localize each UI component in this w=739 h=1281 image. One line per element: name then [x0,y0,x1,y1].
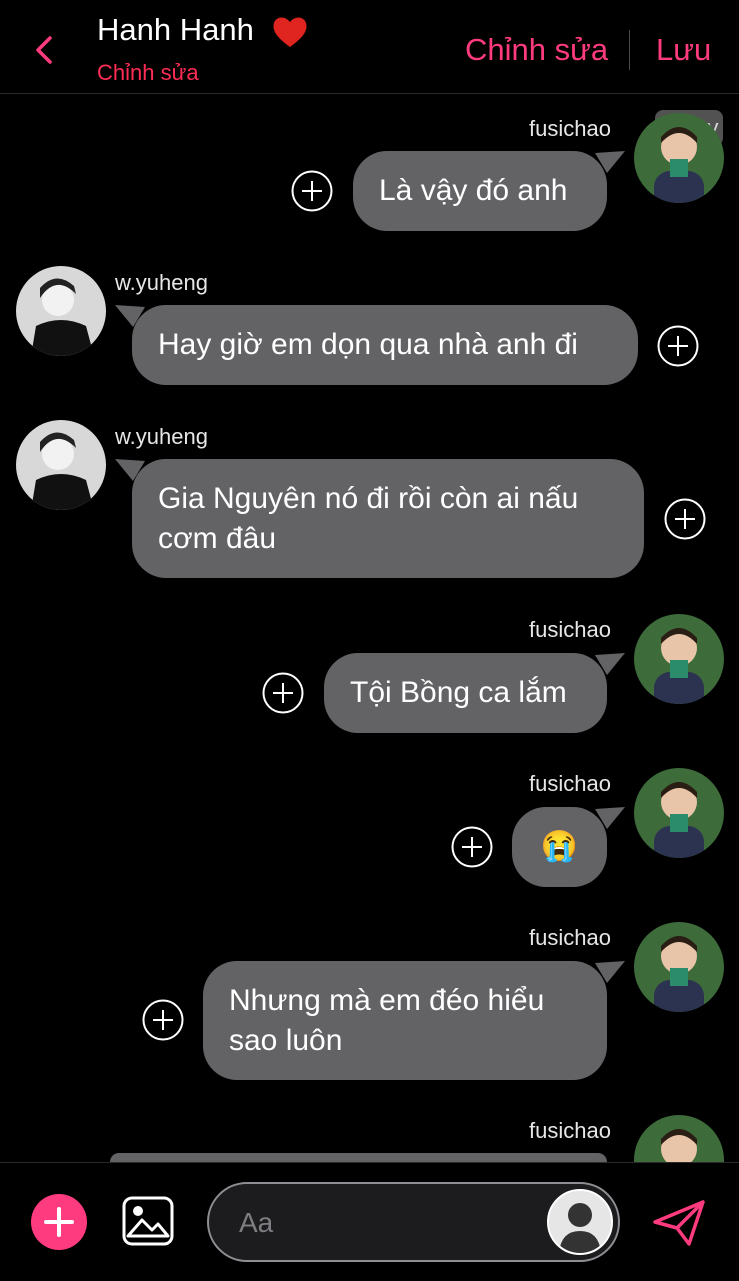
edit-button[interactable]: Chỉnh sửa [465,32,608,68]
avatar[interactable] [634,1115,724,1162]
avatar[interactable] [16,266,106,356]
avatar-photo-icon [634,922,724,1012]
avatar-photo-icon [16,266,106,356]
plus-icon [44,1207,74,1237]
add-reaction-icon[interactable] [451,826,493,868]
bubble-tail [595,653,625,675]
add-reaction-icon[interactable] [142,999,184,1041]
back-chevron-icon[interactable] [30,30,60,70]
sender-name: fusichao [529,1118,611,1143]
message-text: Hay giờ em dọn qua nhà anh đi [158,328,578,361]
sender-name: w.yuheng [115,424,208,449]
avatar-photo-icon [634,113,724,203]
message-bubble[interactable]: 😭 [512,807,607,887]
avatar-photo-icon [634,1115,724,1162]
input-placeholder: Aa [239,1207,274,1238]
message-bubble[interactable]: Là vậy đó anh [353,151,607,231]
avatar[interactable] [634,922,724,1012]
bubble-tail [595,961,625,983]
avatar[interactable] [634,768,724,858]
sender-name: fusichao [529,771,611,796]
message-text: Là vậy đó anh [379,174,568,207]
chat-header: Hanh Hanh Chỉnh sửa Chỉnh sửa Lưu [0,0,739,94]
message-bubble[interactable]: Tội Bồng ca lắm [324,653,607,733]
sender-name: w.yuheng [115,270,208,295]
save-button[interactable]: Lưu [656,32,711,68]
sender-name: fusichao [529,925,611,950]
sender-name: fusichao [529,617,611,642]
message-bubble[interactable]: Nhưng mà em đéo hiểu sao luôn [203,961,607,1080]
avatar[interactable] [634,113,724,203]
avatar-photo-icon [16,420,106,510]
person-silhouette-icon [549,1191,611,1253]
send-icon[interactable] [651,1198,707,1248]
message-bubble[interactable]: Hay giờ em dọn qua nhà anh đi [132,305,638,385]
message-text: Gia Nguyên nó đi rồi còn ai nấu cơm đâu [158,482,579,555]
heart-icon [273,17,307,47]
message-text: Nhưng mà em đéo hiểu sao luôn [229,984,545,1057]
chat-title: Hanh Hanh [97,12,254,47]
message-bubble[interactable] [110,1153,607,1162]
add-reaction-icon[interactable] [657,325,699,367]
add-reaction-icon[interactable] [291,170,333,212]
avatar-photo-icon [634,614,724,704]
avatar-photo-icon [634,768,724,858]
bubble-tail [595,807,625,829]
header-divider [629,30,630,70]
message-text: Tội Bồng ca lắm [350,676,567,709]
image-gallery-icon[interactable] [122,1196,174,1246]
chat-subtitle: Chỉnh sửa [97,60,199,85]
add-button[interactable] [31,1194,87,1250]
avatar[interactable] [16,420,106,510]
input-avatar[interactable] [547,1189,613,1255]
message-composer: Aa [0,1162,739,1281]
bubble-tail [595,151,625,173]
message-input[interactable]: Aa [207,1182,620,1262]
message-emoji: 😭 [540,830,579,863]
sender-name: fusichao [529,116,611,141]
add-reaction-icon[interactable] [262,672,304,714]
add-reaction-icon[interactable] [664,498,706,540]
avatar[interactable] [634,614,724,704]
message-bubble[interactable]: Gia Nguyên nó đi rồi còn ai nấu cơm đâu [132,459,644,578]
